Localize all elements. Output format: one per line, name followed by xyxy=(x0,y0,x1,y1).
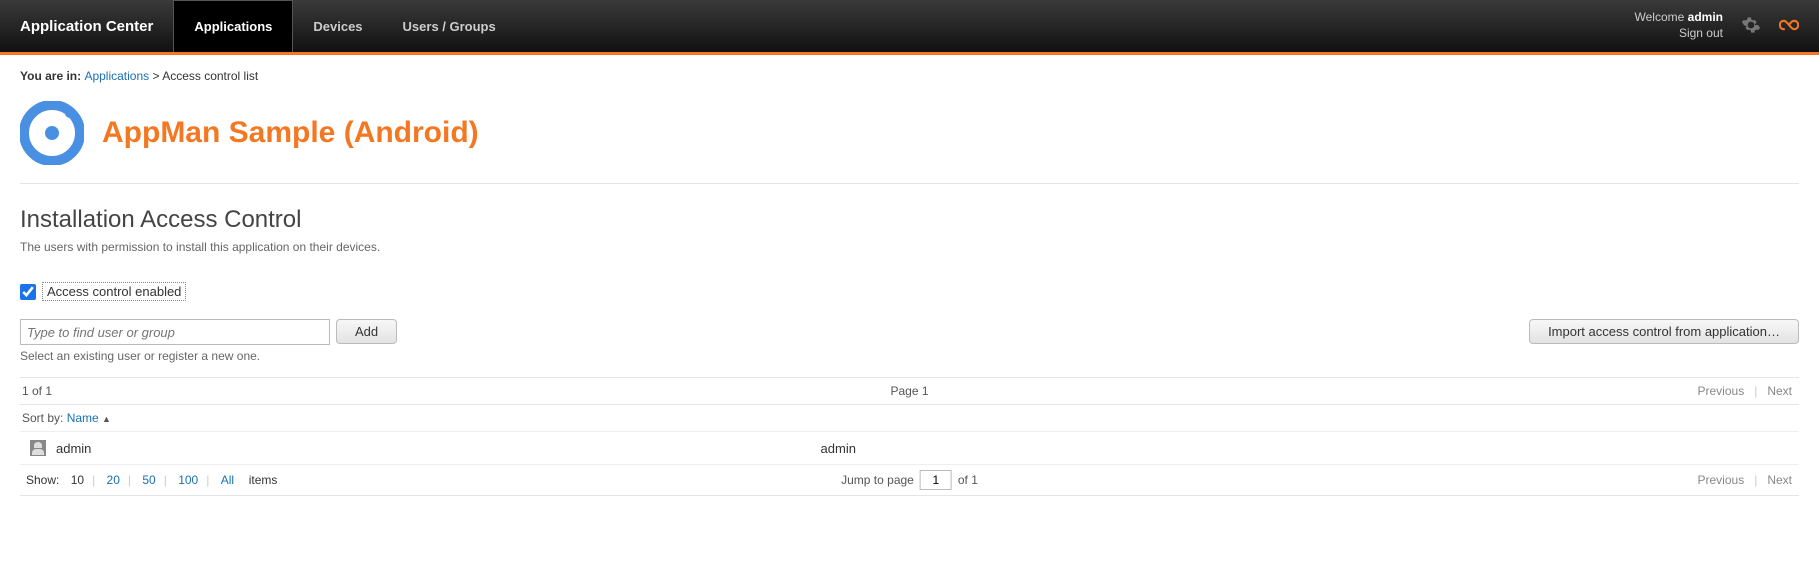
show-opt-100[interactable]: 100 xyxy=(174,473,202,487)
top-navbar: Application Center Applications Devices … xyxy=(0,0,1819,55)
tab-users-groups[interactable]: Users / Groups xyxy=(383,0,516,52)
add-user-row: Add Import access control from applicati… xyxy=(20,319,1799,345)
list-footer-bar: Show: 10| 20| 50| 100| All items Jump to… xyxy=(20,465,1799,496)
breadcrumb: You are in: Applications > Access contro… xyxy=(20,63,1799,101)
topbar-right: Welcome admin Sign out xyxy=(1635,0,1799,52)
show-opt-10: 10 xyxy=(67,473,88,487)
next-link-bottom[interactable]: Next xyxy=(1762,473,1797,487)
jump-suffix: of 1 xyxy=(958,473,978,487)
show-label: Show: xyxy=(22,473,63,487)
tab-applications[interactable]: Applications xyxy=(173,0,293,52)
divider xyxy=(20,183,1799,184)
access-control-checkbox[interactable] xyxy=(20,284,36,300)
jump-to-page: Jump to page of 1 xyxy=(841,470,978,490)
section-desc: The users with permission to install thi… xyxy=(20,240,1799,254)
pager-bottom: Previous|Next xyxy=(1693,473,1798,487)
access-control-checkbox-row: Access control enabled xyxy=(20,282,1799,301)
sort-row: Sort by: Name ▲ xyxy=(20,405,1799,432)
page-indicator: Page 1 xyxy=(890,384,928,398)
sort-label: Sort by: xyxy=(22,411,67,425)
import-access-button[interactable]: Import access control from application… xyxy=(1529,319,1799,344)
count-text: 1 of 1 xyxy=(22,384,52,398)
welcome-block: Welcome admin Sign out xyxy=(1635,10,1723,41)
row-name: admin xyxy=(56,441,91,456)
add-button[interactable]: Add xyxy=(336,319,397,344)
tab-devices[interactable]: Devices xyxy=(293,0,382,52)
gear-icon[interactable] xyxy=(1741,15,1761,38)
breadcrumb-applications-link[interactable]: Applications xyxy=(84,69,149,83)
access-control-label[interactable]: Access control enabled xyxy=(42,282,186,301)
search-helper-text: Select an existing user or register a ne… xyxy=(20,349,1799,363)
app-logo-icon xyxy=(20,101,84,165)
pager-top: Previous|Next xyxy=(1693,384,1798,398)
user-avatar-icon xyxy=(30,440,46,456)
list-header-bar: 1 of 1 Page 1 Previous|Next xyxy=(20,377,1799,405)
nav-tabs: Applications Devices Users / Groups xyxy=(173,0,515,52)
infinity-icon[interactable] xyxy=(1779,12,1799,41)
jump-label: Jump to page xyxy=(841,473,914,487)
prev-link-bottom[interactable]: Previous xyxy=(1693,473,1750,487)
next-link-top[interactable]: Next xyxy=(1762,384,1797,398)
breadcrumb-prefix: You are in: xyxy=(20,69,84,83)
main-content: You are in: Applications > Access contro… xyxy=(0,55,1819,536)
app-title: AppMan Sample (Android) xyxy=(102,116,479,150)
show-options: Show: 10| 20| 50| 100| All items xyxy=(22,473,281,487)
show-suffix: items xyxy=(245,473,282,487)
show-opt-all[interactable]: All xyxy=(217,473,238,487)
prev-link-top[interactable]: Previous xyxy=(1693,384,1750,398)
app-header: AppMan Sample (Android) xyxy=(20,101,1799,165)
jump-page-input[interactable] xyxy=(920,470,952,490)
user-search-input[interactable] xyxy=(20,319,330,345)
section-title: Installation Access Control xyxy=(20,206,1799,234)
sort-field-link[interactable]: Name xyxy=(67,411,99,425)
breadcrumb-sep: > xyxy=(149,69,162,83)
show-opt-20[interactable]: 20 xyxy=(103,473,124,487)
signout-link[interactable]: Sign out xyxy=(1635,26,1723,42)
show-opt-50[interactable]: 50 xyxy=(138,473,159,487)
username: admin xyxy=(1688,10,1723,24)
breadcrumb-current: Access control list xyxy=(162,69,258,83)
table-row[interactable]: admin admin xyxy=(20,432,1799,465)
row-login: admin xyxy=(821,441,856,456)
welcome-prefix: Welcome xyxy=(1635,10,1688,24)
sort-arrow-icon: ▲ xyxy=(102,414,111,424)
brand-title: Application Center xyxy=(20,0,153,52)
